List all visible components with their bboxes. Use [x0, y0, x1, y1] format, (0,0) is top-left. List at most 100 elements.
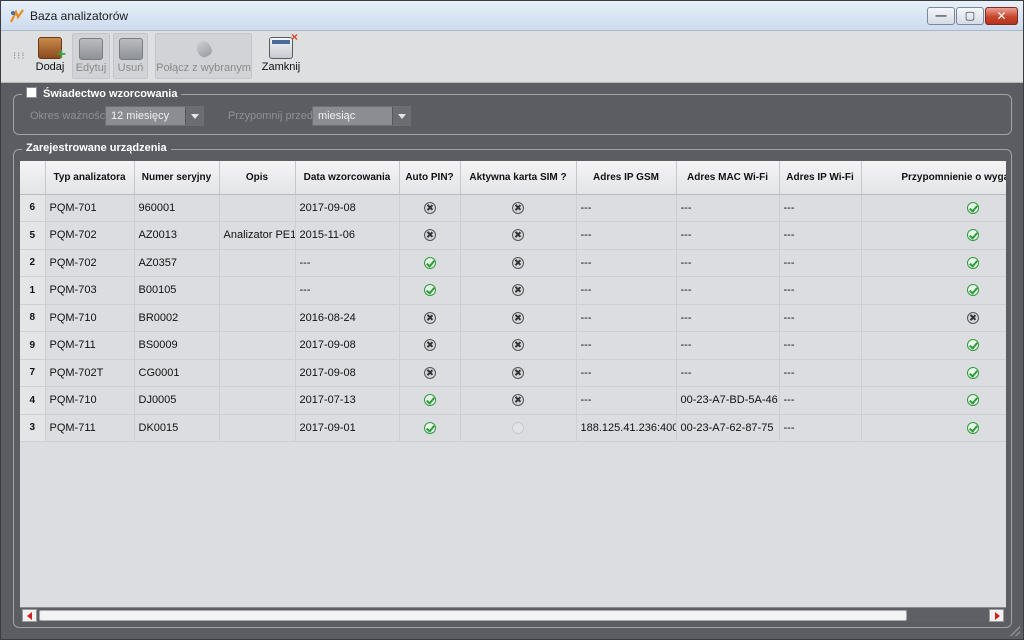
delete-button[interactable]: Usuń — [113, 33, 148, 79]
serial-number-cell: DK0015 — [134, 414, 220, 442]
auto-pin-cell — [399, 221, 461, 250]
table-row[interactable]: 8 PQM-710 BR0002 2016-08-24 --- --- --- — [20, 304, 1006, 332]
row-number: 6 — [20, 194, 46, 222]
check-circle-icon — [423, 421, 436, 434]
gsm-ip-cell: --- — [576, 249, 677, 277]
column-header[interactable]: Adres MAC Wi-Fi — [676, 161, 780, 195]
column-header[interactable]: Opis — [219, 161, 296, 195]
analyzer-type-cell: PQM-701 — [45, 194, 135, 222]
table-row[interactable]: 6 PQM-701 960001 2017-09-08 --- --- --- — [20, 194, 1006, 222]
chevron-down-icon[interactable] — [392, 107, 410, 125]
check-circle-icon — [966, 421, 979, 434]
column-header[interactable]: Auto PIN? — [399, 161, 461, 195]
x-circle-icon — [423, 201, 436, 214]
calibration-date-cell: 2017-09-01 — [295, 414, 400, 442]
validity-label: Okres ważności: — [30, 110, 111, 122]
wifi-ip-cell: --- — [779, 194, 862, 222]
wifi-ip-cell: --- — [779, 249, 862, 277]
remind-select[interactable]: miesiąc — [312, 106, 411, 126]
column-header[interactable]: Aktywna karta SIM ? — [460, 161, 577, 195]
certificate-title: Świadectwo wzorcowania — [43, 88, 178, 100]
horizontal-scrollbar[interactable] — [20, 607, 1006, 622]
check-circle-icon — [423, 256, 436, 269]
table-row[interactable]: 7 PQM-702T CG0001 2017-09-08 --- --- --- — [20, 359, 1006, 387]
validity-select[interactable]: 12 miesięcy — [105, 106, 204, 126]
column-header[interactable]: Przypomnienie o wygaśnięciu — [861, 161, 1006, 195]
close-button[interactable]: Zamknij — [261, 30, 301, 79]
description-cell — [219, 414, 296, 442]
calibration-date-cell: 2016-08-24 — [295, 304, 400, 332]
row-number: 4 — [20, 386, 46, 415]
devices-table: Typ analizatora Numer seryjny Opis Data wzo… — [20, 161, 1006, 607]
check-circle-icon — [966, 256, 979, 269]
check-circle-icon — [966, 394, 979, 407]
x-circle-icon — [512, 339, 524, 352]
add-device-icon — [38, 37, 66, 64]
calibration-date-cell: 2017-09-08 — [295, 331, 400, 360]
row-number-header[interactable] — [20, 161, 46, 195]
auto-pin-cell — [399, 194, 461, 222]
maximize-button[interactable]: ▢ — [956, 7, 984, 25]
description-cell — [219, 304, 296, 332]
table-row[interactable]: 9 PQM-711 BS0009 2017-09-08 --- --- --- — [20, 331, 1006, 360]
column-header[interactable]: Adres IP Wi-Fi — [779, 161, 862, 195]
row-number: 7 — [20, 359, 46, 387]
x-circle-icon — [423, 339, 436, 352]
table-row[interactable]: 2 PQM-702 AZ0357 --- --- --- --- — [20, 249, 1006, 277]
remind-value: miesiąc — [318, 110, 356, 122]
description-cell — [219, 276, 296, 305]
close-icon: ✕ — [996, 9, 1007, 23]
auto-pin-cell — [399, 414, 461, 442]
connect-button[interactable]: Połącz z wybranym — [155, 33, 252, 79]
column-header[interactable]: Data wzorcowania — [295, 161, 400, 195]
wifi-mac-cell: --- — [676, 304, 780, 332]
toolbar-grip-icon[interactable]: ⁝⁝⁝ — [13, 51, 29, 62]
wifi-ip-cell: --- — [779, 304, 862, 332]
close-window-button[interactable]: ✕ — [985, 7, 1018, 25]
scroll-left-icon[interactable] — [22, 609, 37, 622]
analyzer-type-cell: PQM-702 — [45, 221, 135, 250]
analyzer-type-cell: PQM-702T — [45, 359, 135, 387]
expiry-reminder-cell — [861, 414, 1006, 442]
description-cell — [219, 359, 296, 387]
table-row[interactable]: 5 PQM-702 AZ0013 Analizator PE1 2015-11-06 --… — [20, 221, 1006, 250]
chevron-down-icon[interactable] — [185, 107, 203, 125]
certificate-group-title[interactable]: Świadectwo wzorcowania — [22, 87, 182, 100]
expiry-reminder-cell — [861, 304, 1006, 332]
check-circle-icon — [966, 366, 979, 379]
expiry-reminder-cell — [861, 331, 1006, 360]
title-bar[interactable]: Baza analizatorów — ▢ ✕ — [1, 1, 1023, 31]
analyzer-type-cell: PQM-711 — [45, 414, 135, 442]
wifi-mac-cell: --- — [676, 249, 780, 277]
table-header: Typ analizatora Numer seryjny Opis Data wzo… — [20, 161, 1006, 195]
resize-grip-icon[interactable] — [1010, 626, 1020, 636]
column-header[interactable]: Typ analizatora — [45, 161, 135, 195]
minimize-button[interactable]: — — [927, 7, 955, 25]
wifi-mac-cell: 00-23-A7-62-87-75 — [676, 414, 780, 442]
check-circle-icon — [966, 339, 979, 352]
edit-button[interactable]: Edytuj — [72, 33, 110, 79]
sim-active-cell — [460, 194, 577, 222]
wifi-mac-cell: --- — [676, 194, 780, 222]
remind-label: Przypomnij przed: — [228, 110, 317, 122]
scrollbar-thumb[interactable] — [39, 610, 907, 621]
sim-active-cell — [460, 386, 577, 415]
description-cell — [219, 249, 296, 277]
row-number: 5 — [20, 221, 46, 250]
wifi-ip-cell: --- — [779, 386, 862, 415]
table-row[interactable]: 4 PQM-710 DJ0005 2017-07-13 --- 00-23-A7-BD-5… — [20, 386, 1006, 415]
column-header[interactable]: Numer seryjny — [134, 161, 220, 195]
certificate-checkbox[interactable] — [26, 87, 37, 98]
table-row[interactable]: 1 PQM-703 B00105 --- --- --- --- — [20, 276, 1006, 305]
table-row[interactable]: 3 PQM-711 DK0015 2017-09-01 188.125.41.236:4… — [20, 414, 1006, 442]
serial-number-cell: AZ0357 — [134, 249, 220, 277]
minimize-icon: — — [935, 10, 947, 22]
scroll-right-icon[interactable] — [989, 609, 1004, 622]
column-header[interactable]: Adres IP GSM — [576, 161, 677, 195]
main-window: Baza analizatorów — ▢ ✕ ⁝⁝⁝ Dodaj Edytuj… — [0, 0, 1024, 640]
add-button[interactable]: Dodaj — [33, 33, 67, 79]
calibration-date-cell: 2017-09-08 — [295, 194, 400, 222]
auto-pin-cell — [399, 331, 461, 360]
analyzer-type-cell: PQM-710 — [45, 386, 135, 415]
description-cell: Analizator PE1 — [219, 221, 296, 250]
